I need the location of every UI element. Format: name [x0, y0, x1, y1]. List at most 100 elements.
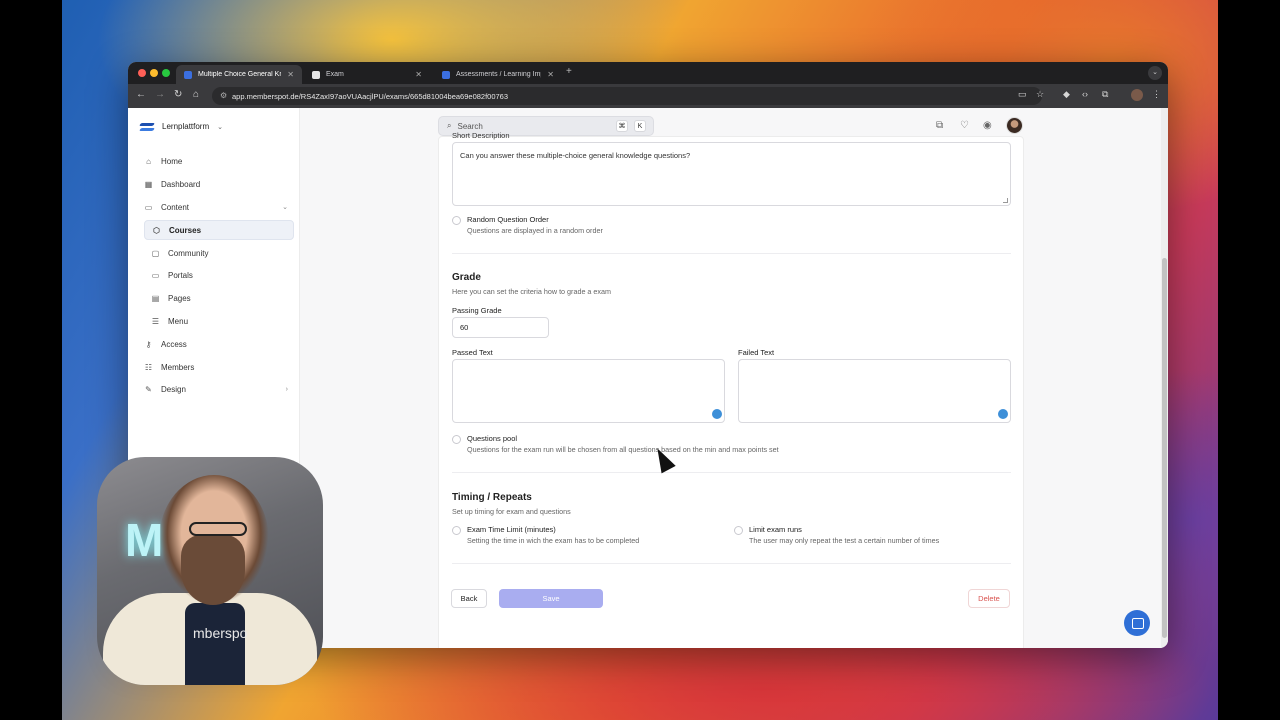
grade-section-subtitle: Here you can set the criteria how to gra…	[452, 287, 612, 296]
save-button[interactable]: Save	[499, 589, 603, 608]
brand-name: Lernplattform	[162, 122, 210, 131]
home-icon[interactable]: ⌂	[193, 89, 199, 100]
failed-text-editor[interactable]	[738, 359, 1011, 423]
sidebar-item-label: Pages	[168, 293, 191, 303]
time-limit-title: Exam Time Limit (minutes)	[467, 525, 556, 534]
tab-title: Exam	[326, 71, 344, 78]
questions-pool-checkbox[interactable]	[452, 435, 461, 444]
folder-icon: ▭	[144, 202, 153, 212]
passing-grade-value: 60	[460, 323, 469, 332]
open-external-icon[interactable]: ⧉	[936, 120, 943, 131]
sidebar-item-access[interactable]: ⚷ Access	[140, 334, 294, 354]
site-info-icon[interactable]: ⚙	[220, 91, 227, 100]
neon-m-sign: M	[125, 514, 164, 566]
sidebar-item-label: Design	[161, 384, 186, 394]
browser-tab-assessments[interactable]: Assessments / Learning Impr… ✕	[434, 65, 562, 84]
key-icon: ⚷	[145, 339, 152, 349]
monitor-icon: ▭	[151, 270, 160, 280]
sidebar-item-pages[interactable]: ▤ Pages	[144, 288, 294, 308]
chevron-down-icon: ⌄	[282, 204, 288, 211]
url-text: app.memberspot.de/RS4ZaxI97aoVUAacjlPU/e…	[232, 91, 509, 101]
ai-assist-icon[interactable]	[998, 409, 1008, 419]
passing-grade-input[interactable]: 60	[452, 317, 549, 338]
lightbulb-icon[interactable]: ♡	[960, 120, 969, 131]
browser-toolbar: ← → ↻ ⌂ ⚙ app.memberspot.de/RS4ZaxI97aoV…	[128, 84, 1168, 108]
course-icon: ⬡	[153, 225, 160, 235]
questions-pool-title: Questions pool	[467, 434, 518, 443]
time-limit-checkbox[interactable]	[452, 526, 461, 535]
passed-text-label: Passed Text	[452, 348, 493, 357]
maximize-window-button[interactable]	[162, 69, 170, 77]
timing-section-title: Timing / Repeats	[452, 492, 532, 503]
delete-button[interactable]: Delete	[968, 589, 1010, 608]
puzzle-icon[interactable]: ⧉	[1102, 89, 1108, 100]
presenter-tshirt	[185, 603, 245, 685]
sidebar-item-label: Home	[161, 156, 183, 166]
sidebar-item-community[interactable]: ▢ Community	[144, 243, 294, 263]
profile-avatar[interactable]	[1131, 89, 1143, 101]
sidebar-item-label: Menu	[168, 316, 189, 326]
close-tab-icon[interactable]: ✕	[415, 70, 422, 79]
reload-icon[interactable]: ↻	[174, 89, 182, 100]
sidebar-item-label: Dashboard	[161, 179, 201, 189]
bookmark-star-icon[interactable]: ☆	[1036, 89, 1044, 100]
tab-title: Multiple Choice General Kno…	[198, 71, 282, 78]
shortcut-k-key: K	[634, 120, 646, 132]
preview-eye-icon[interactable]: ◉	[983, 120, 992, 131]
site-favicon-icon	[312, 70, 320, 79]
sidebar-item-design[interactable]: ✎ Design ›	[140, 379, 294, 399]
ai-assist-icon[interactable]	[712, 409, 722, 419]
sidebar-item-content[interactable]: ▭ Content ⌄	[140, 197, 294, 217]
shortcut-cmd-key: ⌘	[616, 120, 628, 132]
passed-text-editor[interactable]	[452, 359, 725, 423]
random-order-title: Random Question Order	[467, 215, 549, 224]
sidebar-item-home[interactable]: ⌂ Home	[140, 151, 294, 171]
code-extension-icon[interactable]: ‹›	[1082, 89, 1088, 99]
limit-runs-desc: The user may only repeat the test a cert…	[749, 536, 940, 545]
sidebar-item-label: Content	[161, 202, 190, 212]
section-divider	[452, 472, 1011, 473]
sidebar-item-label: Members	[161, 362, 195, 372]
short-description-textarea[interactable]: Can you answer these multiple-choice gen…	[452, 142, 1011, 206]
browser-tab-active[interactable]: Multiple Choice General Kno… ✕	[176, 65, 302, 84]
sidebar-item-portals[interactable]: ▭ Portals	[144, 265, 294, 285]
close-tab-icon[interactable]: ✕	[547, 70, 554, 79]
sidebar-item-members[interactable]: ☷ Members	[140, 357, 294, 377]
chevron-down-icon: ⌄	[217, 123, 224, 131]
sidebar-item-courses[interactable]: ⬡ Courses	[144, 220, 294, 240]
browser-tab-exam[interactable]: Exam ✕	[304, 65, 430, 84]
pages-icon: ▤	[151, 293, 160, 303]
workspace-switcher[interactable]: Lernplattform ⌄	[140, 122, 223, 131]
back-arrow-icon[interactable]: ←	[136, 89, 146, 100]
shirt-print-text: mberspo	[193, 625, 248, 641]
minimize-window-button[interactable]	[150, 69, 158, 77]
scrollbar-thumb[interactable]	[1162, 258, 1167, 638]
dashboard-icon: ▦	[144, 179, 153, 189]
random-order-checkbox[interactable]	[452, 216, 461, 225]
sidebar-item-dashboard[interactable]: ▦ Dashboard	[140, 174, 294, 194]
timing-section-subtitle: Set up timing for exam and questions	[452, 507, 571, 516]
tab-search-icon[interactable]: ⌄	[1148, 66, 1162, 80]
extension-icon[interactable]: ◆	[1063, 89, 1070, 100]
back-button[interactable]: Back	[451, 589, 487, 608]
sidebar-item-label: Community	[168, 248, 209, 258]
failed-text-label: Failed Text	[738, 348, 775, 357]
brush-icon: ✎	[145, 384, 152, 394]
page-scrollbar[interactable]	[1161, 108, 1168, 648]
forward-arrow-icon[interactable]: →	[155, 89, 165, 100]
home-icon: ⌂	[146, 156, 151, 166]
section-divider	[452, 253, 1011, 254]
limit-runs-checkbox[interactable]	[734, 526, 743, 535]
support-chat-icon[interactable]	[1124, 610, 1150, 636]
sidebar-item-label: Portals	[168, 270, 193, 280]
sidebar-item-menu[interactable]: ☰ Menu	[144, 311, 294, 331]
address-bar[interactable]: ⚙ app.memberspot.de/RS4ZaxI97aoVUAacjlPU…	[212, 87, 1042, 105]
sidebar-item-label: Courses	[169, 225, 202, 235]
resize-handle-icon[interactable]	[1003, 198, 1008, 203]
cast-icon[interactable]: ▭	[1018, 89, 1027, 100]
close-window-button[interactable]	[138, 69, 146, 77]
more-menu-icon[interactable]: ⋮	[1152, 89, 1161, 100]
new-tab-icon[interactable]: +	[566, 66, 572, 77]
user-avatar[interactable]	[1006, 117, 1023, 134]
close-tab-icon[interactable]: ✕	[287, 70, 294, 79]
